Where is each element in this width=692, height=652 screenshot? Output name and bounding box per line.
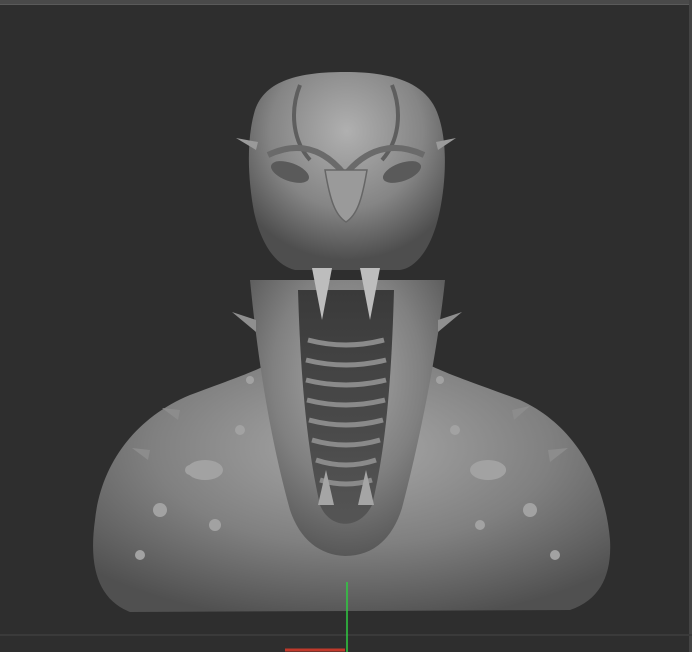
horn-left-mid (232, 312, 256, 332)
horn-right-mid (438, 312, 462, 332)
creature-bust-sculpt-icon[interactable] (0, 0, 692, 652)
3d-viewport[interactable] (0, 0, 692, 652)
